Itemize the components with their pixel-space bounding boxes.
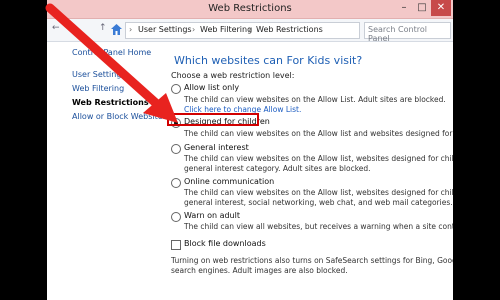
control-panel-window: Web Restrictions – □ ✕ ← → ↑ › User Sett… [47,0,453,300]
radio-online-communication[interactable] [171,178,181,188]
breadcrumb-user-settings[interactable]: User Settings [138,25,192,34]
close-button[interactable]: ✕ [431,0,451,16]
title-bar: Web Restrictions – □ ✕ [47,0,453,19]
breadcrumb-separator: › [248,25,252,34]
back-icon[interactable]: ← [52,23,60,33]
option-label[interactable]: Warn on adult [184,211,240,220]
breadcrumb-separator: › [129,25,133,34]
sidebar-item-control-panel-home[interactable]: Control Panel Home [72,48,151,57]
radio-warn-on-adult[interactable] [171,212,181,222]
home-icon[interactable] [111,24,122,35]
sidebar-item-allow-or-block-websites[interactable]: Allow or Block Websites [72,112,167,121]
page-title: Which websites can For Kids visit? [174,54,363,67]
safesearch-note: search engines. Adult images are also bl… [171,266,348,275]
selection-highlight-box [167,113,259,126]
breadcrumb[interactable]: › User Settings › Web Filtering › Web Re… [125,22,360,39]
option-description: general interest category. Adult sites a… [184,164,371,173]
breadcrumb-web-restrictions[interactable]: Web Restrictions [256,25,323,34]
radio-general-interest[interactable] [171,144,181,154]
radio-allow-list-only[interactable] [171,84,181,94]
option-description: general interest, social networking, web… [184,198,453,207]
sidebar-item-web-restrictions[interactable]: Web Restrictions [72,98,149,107]
forward-icon[interactable]: → [66,23,74,33]
address-bar: ← → ↑ › User Settings › Web Filtering › … [47,19,453,43]
restriction-level-label: Choose a web restriction level: [171,71,295,80]
option-description: The child can view websites on the Allow… [184,95,446,104]
breadcrumb-separator: › [192,25,196,34]
window-title: Web Restrictions [208,3,292,14]
up-icon[interactable]: ↑ [99,23,107,33]
option-label[interactable]: General interest [184,143,249,152]
minimize-button[interactable]: – [395,0,413,16]
block-downloads-label[interactable]: Block file downloads [184,239,266,248]
search-input[interactable]: Search Control Panel [364,22,451,43]
option-description: The child can view websites on the Allow… [184,188,453,197]
option-label[interactable]: Allow list only [184,83,239,92]
block-downloads-checkbox[interactable] [171,240,181,250]
maximize-button[interactable]: □ [413,0,431,16]
option-description: The child can view websites on the Allow… [184,154,453,163]
sidebar-item-web-filtering[interactable]: Web Filtering [72,84,124,93]
option-description: The child can view websites on the Allow… [184,129,453,138]
breadcrumb-web-filtering[interactable]: Web Filtering [200,25,252,34]
sidebar-item-user-settings[interactable]: User Settings [72,70,126,79]
option-description: The child can view all websites, but rec… [184,222,453,231]
safesearch-note: Turning on web restrictions also turns o… [171,256,453,265]
option-label[interactable]: Online communication [184,177,274,186]
search-placeholder: Search Control Panel [368,25,427,43]
